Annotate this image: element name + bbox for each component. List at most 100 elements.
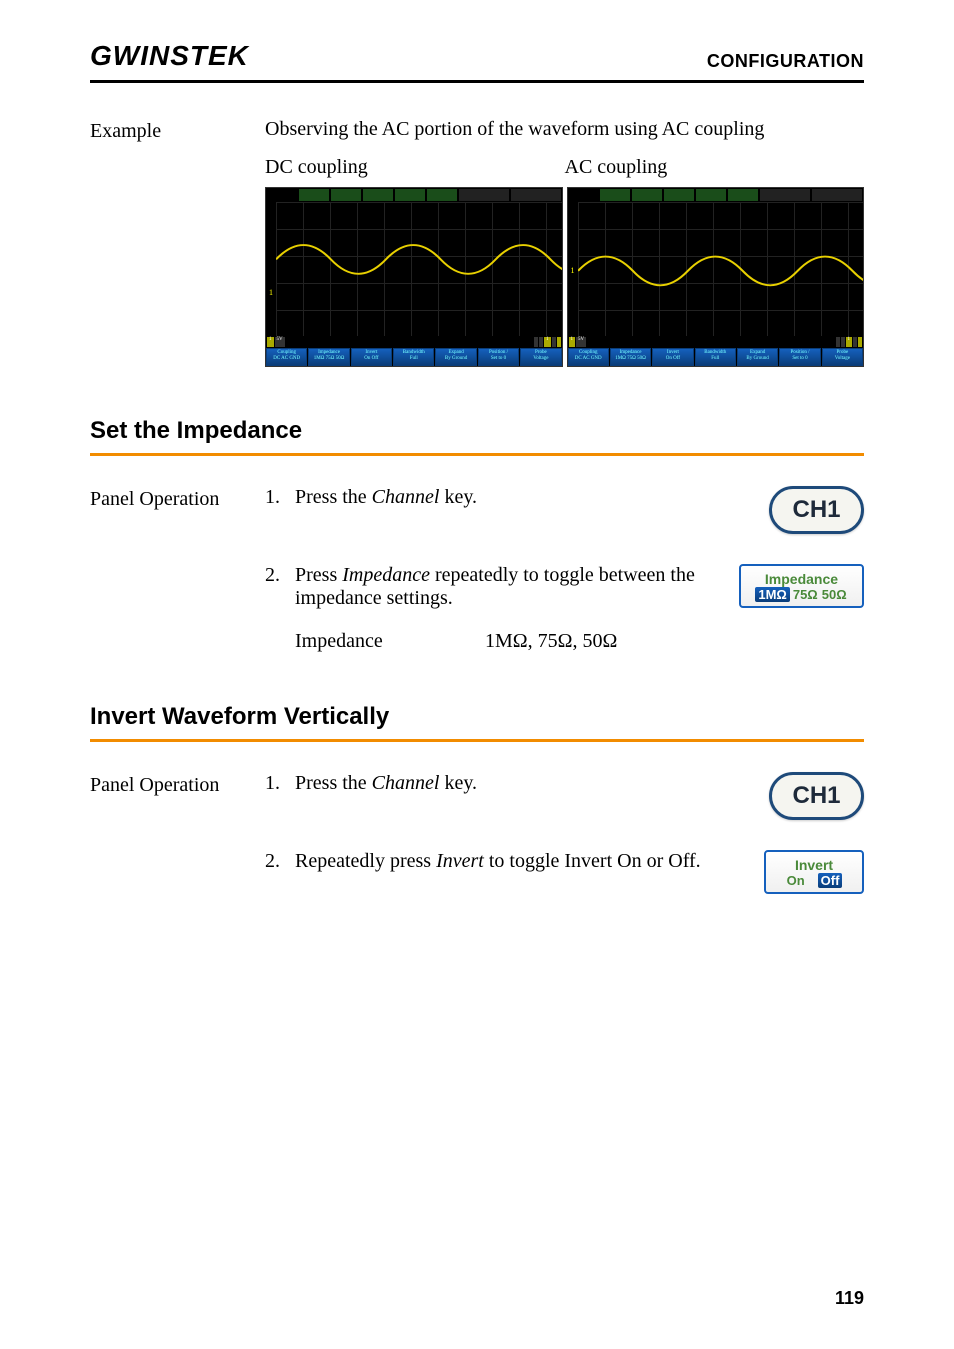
- menu-expand: ExpandBy Ground: [435, 348, 476, 366]
- invert-step-1: 1. Press the Channel key. CH1: [265, 772, 864, 820]
- scope-status-bar: 1 5V 1: [266, 336, 562, 348]
- scope-status-box: [858, 337, 862, 347]
- scope-status-box: [853, 337, 857, 347]
- soft-button-options: On Off: [786, 873, 843, 888]
- menu-position: Position /Set to 0: [779, 348, 820, 366]
- panel-operation-label: Panel Operation: [90, 486, 265, 653]
- invert-soft-button: Invert On Off: [764, 850, 864, 894]
- impedance-opt-50: 50Ω: [821, 587, 848, 602]
- scope-top-box: [696, 189, 726, 201]
- scope-status-box: 1: [544, 337, 551, 347]
- scope-status-box: [534, 337, 538, 347]
- invert-opt-off: Off: [818, 873, 843, 888]
- page-header: GWINSTEK CONFIGURATION: [90, 40, 864, 83]
- menu-impedance: Impedance1MΩ 75Ω 50Ω: [308, 348, 349, 366]
- step-number: 1.: [265, 486, 295, 509]
- scope-top-bar: [266, 188, 562, 202]
- scope-top-box: [331, 189, 361, 201]
- channel-button: CH1: [769, 772, 864, 820]
- scope-top-box: [427, 189, 457, 201]
- scope-status-box: [539, 337, 543, 347]
- invert-row: Panel Operation 1. Press the Channel key…: [90, 772, 864, 914]
- soft-button-title: Impedance: [765, 571, 838, 587]
- logo: GWINSTEK: [90, 40, 249, 72]
- page-number: 119: [835, 1288, 864, 1309]
- ac-scope: 1 1 5V 1: [567, 187, 865, 367]
- scope-top-bar: [568, 188, 864, 202]
- example-content: Observing the AC portion of the waveform…: [265, 118, 864, 367]
- example-label: Example: [90, 118, 265, 367]
- logo-text: GWINSTEK: [90, 40, 249, 71]
- invert-content: 1. Press the Channel key. CH1 2. Repeate…: [265, 772, 864, 914]
- impedance-table-value: 1MΩ, 75Ω, 50Ω: [485, 630, 617, 653]
- scope-status-box: [841, 337, 845, 347]
- step-text: Repeatedly press Invert to toggle Invert…: [295, 850, 734, 873]
- step-text: Press the Channel key.: [295, 772, 734, 795]
- ac-coupling-label: AC coupling: [565, 156, 865, 179]
- scope-bottom: 1 5V 1 CouplingDC AC GND Impedance1MΩ 75…: [266, 336, 562, 366]
- menu-invert: InvertOn Off: [351, 348, 392, 366]
- menu-bandwidth: BandwidthFull: [695, 348, 736, 366]
- scope-top-box: [395, 189, 425, 201]
- section-impedance-title: Set the Impedance: [90, 417, 864, 456]
- dc-scope: 1 1 5V 1: [265, 187, 563, 367]
- invert-step-2: 2. Repeatedly press Invert to toggle Inv…: [265, 850, 864, 894]
- menu-invert: InvertOn Off: [652, 348, 693, 366]
- scope-status-box: [836, 337, 840, 347]
- menu-bandwidth: BandwidthFull: [393, 348, 434, 366]
- scope-time-box: [812, 189, 862, 201]
- panel-operation-label: Panel Operation: [90, 772, 265, 914]
- scope-top-box: [632, 189, 662, 201]
- scope-status-box: 1: [267, 337, 274, 347]
- waveform-ac: [578, 202, 864, 336]
- dc-coupling-label: DC coupling: [265, 156, 565, 179]
- impedance-opt-75: 75Ω: [792, 587, 819, 602]
- step-graphic: Impedance 1MΩ 75Ω 50Ω: [734, 564, 864, 608]
- scope-bottom: 1 5V 1 CouplingDC AC GND Impedance1MΩ 75…: [568, 336, 864, 366]
- step-text: Press the Channel key.: [295, 486, 734, 509]
- scope-status-box: 5V: [275, 337, 285, 347]
- scope-top-box: [728, 189, 758, 201]
- menu-coupling: CouplingDC AC GND: [266, 348, 307, 366]
- menu-position: Position /Set to 0: [478, 348, 519, 366]
- scope-top-box: [600, 189, 630, 201]
- impedance-step-1: 1. Press the Channel key. CH1: [265, 486, 864, 534]
- soft-button-options: 1MΩ 75Ω 50Ω: [755, 587, 847, 602]
- step-number: 2.: [265, 850, 295, 873]
- scope-status-box: 1: [846, 337, 853, 347]
- menu-probe: ProbeVoltage: [520, 348, 561, 366]
- impedance-row: Panel Operation 1. Press the Channel key…: [90, 486, 864, 653]
- scope-status-box: [557, 337, 561, 347]
- step-number: 2.: [265, 564, 295, 587]
- impedance-soft-button: Impedance 1MΩ 75Ω 50Ω: [739, 564, 864, 608]
- impedance-table: Impedance 1MΩ, 75Ω, 50Ω: [295, 630, 864, 653]
- waveform-dc: [276, 202, 562, 336]
- step-text: Press Impedance repeatedly to toggle bet…: [295, 564, 734, 610]
- step-graphic: CH1: [734, 486, 864, 534]
- screenshots: 1 1 5V 1: [265, 187, 864, 367]
- scope-trig-box: [459, 189, 509, 201]
- scope-top-box: [299, 189, 329, 201]
- impedance-content: 1. Press the Channel key. CH1 2. Press I…: [265, 486, 864, 653]
- scope-status-box: 5V: [576, 337, 586, 347]
- menu-probe: ProbeVoltage: [822, 348, 863, 366]
- step-graphic: CH1: [734, 772, 864, 820]
- menu-coupling: CouplingDC AC GND: [568, 348, 609, 366]
- menu-expand: ExpandBy Ground: [737, 348, 778, 366]
- scope-menu: CouplingDC AC GND Impedance1MΩ 75Ω 50Ω I…: [568, 348, 864, 366]
- header-section-title: CONFIGURATION: [707, 51, 864, 72]
- soft-button-title: Invert: [795, 857, 833, 873]
- scope-status-box: 1: [569, 337, 576, 347]
- coupling-headers: DC coupling AC coupling: [265, 156, 864, 179]
- example-row: Example Observing the AC portion of the …: [90, 118, 864, 367]
- scope-time-box: [511, 189, 561, 201]
- channel-marker: 1: [568, 266, 578, 276]
- example-description: Observing the AC portion of the waveform…: [265, 118, 864, 141]
- scope-status-box: [552, 337, 556, 347]
- invert-opt-on: On: [786, 873, 806, 888]
- impedance-table-label: Impedance: [295, 630, 485, 653]
- scope-trig-box: [760, 189, 810, 201]
- impedance-step-2: 2. Press Impedance repeatedly to toggle …: [265, 564, 864, 610]
- scope-status-bar: 1 5V 1: [568, 336, 864, 348]
- step-number: 1.: [265, 772, 295, 795]
